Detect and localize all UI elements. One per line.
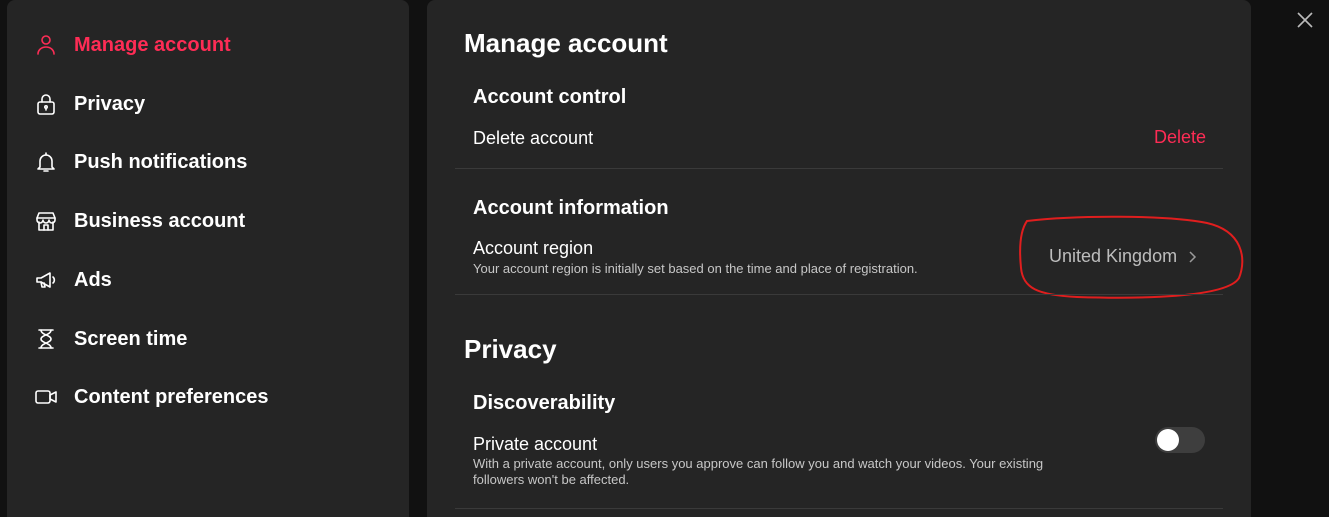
close-icon: [1297, 12, 1313, 28]
hourglass-icon: [33, 326, 59, 352]
sidebar-item-privacy[interactable]: Privacy: [33, 84, 393, 124]
sidebar-item-label: Ads: [74, 268, 112, 291]
private-account-description-line1: With a private account, only users you a…: [473, 456, 1044, 471]
private-account-description: With a private account, only users you a…: [473, 456, 1043, 488]
account-region-value: United Kingdom: [1049, 246, 1178, 266]
account-region-label: Account region: [473, 238, 594, 258]
sidebar-item-screen-time[interactable]: Screen time: [33, 319, 393, 359]
toggle-knob: [1157, 429, 1179, 451]
sidebar-item-label: Push notifications: [74, 150, 248, 173]
divider: [455, 168, 1223, 169]
page-title: Manage account: [464, 28, 668, 58]
sidebar-item-label: Content preferences: [74, 385, 269, 408]
person-icon: [33, 32, 59, 58]
private-account-label: Private account: [473, 434, 598, 454]
delete-account-label: Delete account: [473, 128, 594, 148]
chevron-right-icon: [1189, 250, 1197, 263]
lock-icon: [33, 91, 59, 117]
private-account-toggle[interactable]: [1155, 427, 1205, 453]
bell-icon: [33, 149, 59, 175]
sidebar-item-ads[interactable]: Ads: [33, 260, 393, 300]
sidebar-item-manage-account[interactable]: Manage account: [33, 25, 393, 65]
video-camera-icon: [33, 384, 59, 410]
privacy-section-title: Privacy: [464, 334, 557, 364]
delete-account-button[interactable]: Delete: [1154, 127, 1206, 148]
close-button[interactable]: [1294, 9, 1316, 31]
sidebar-item-label: Business account: [74, 209, 246, 232]
megaphone-icon: [33, 267, 59, 293]
account-region-description: Your account region is initially set bas…: [473, 261, 918, 276]
store-icon: [33, 208, 59, 234]
divider: [455, 294, 1223, 295]
sidebar-item-content-preferences[interactable]: Content preferences: [33, 377, 393, 417]
sidebar-item-push-notifications[interactable]: Push notifications: [33, 142, 393, 182]
account-information-heading: Account information: [473, 197, 669, 219]
account-control-heading: Account control: [473, 86, 627, 108]
sidebar-item-business-account[interactable]: Business account: [33, 201, 393, 241]
sidebar-item-label: Manage account: [74, 33, 231, 56]
discoverability-heading: Discoverability: [473, 392, 616, 414]
settings-main-panel: Manage account Account control Delete ac…: [427, 0, 1251, 517]
sidebar-item-label: Privacy: [74, 92, 146, 115]
private-account-description-line2: followers won't be affected.: [473, 472, 630, 487]
sidebar-item-label: Screen time: [74, 327, 188, 350]
divider: [455, 508, 1223, 509]
account-region-selector[interactable]: United Kingdom: [1049, 246, 1199, 267]
settings-sidebar: Manage account Privacy Push notification…: [7, 0, 409, 517]
